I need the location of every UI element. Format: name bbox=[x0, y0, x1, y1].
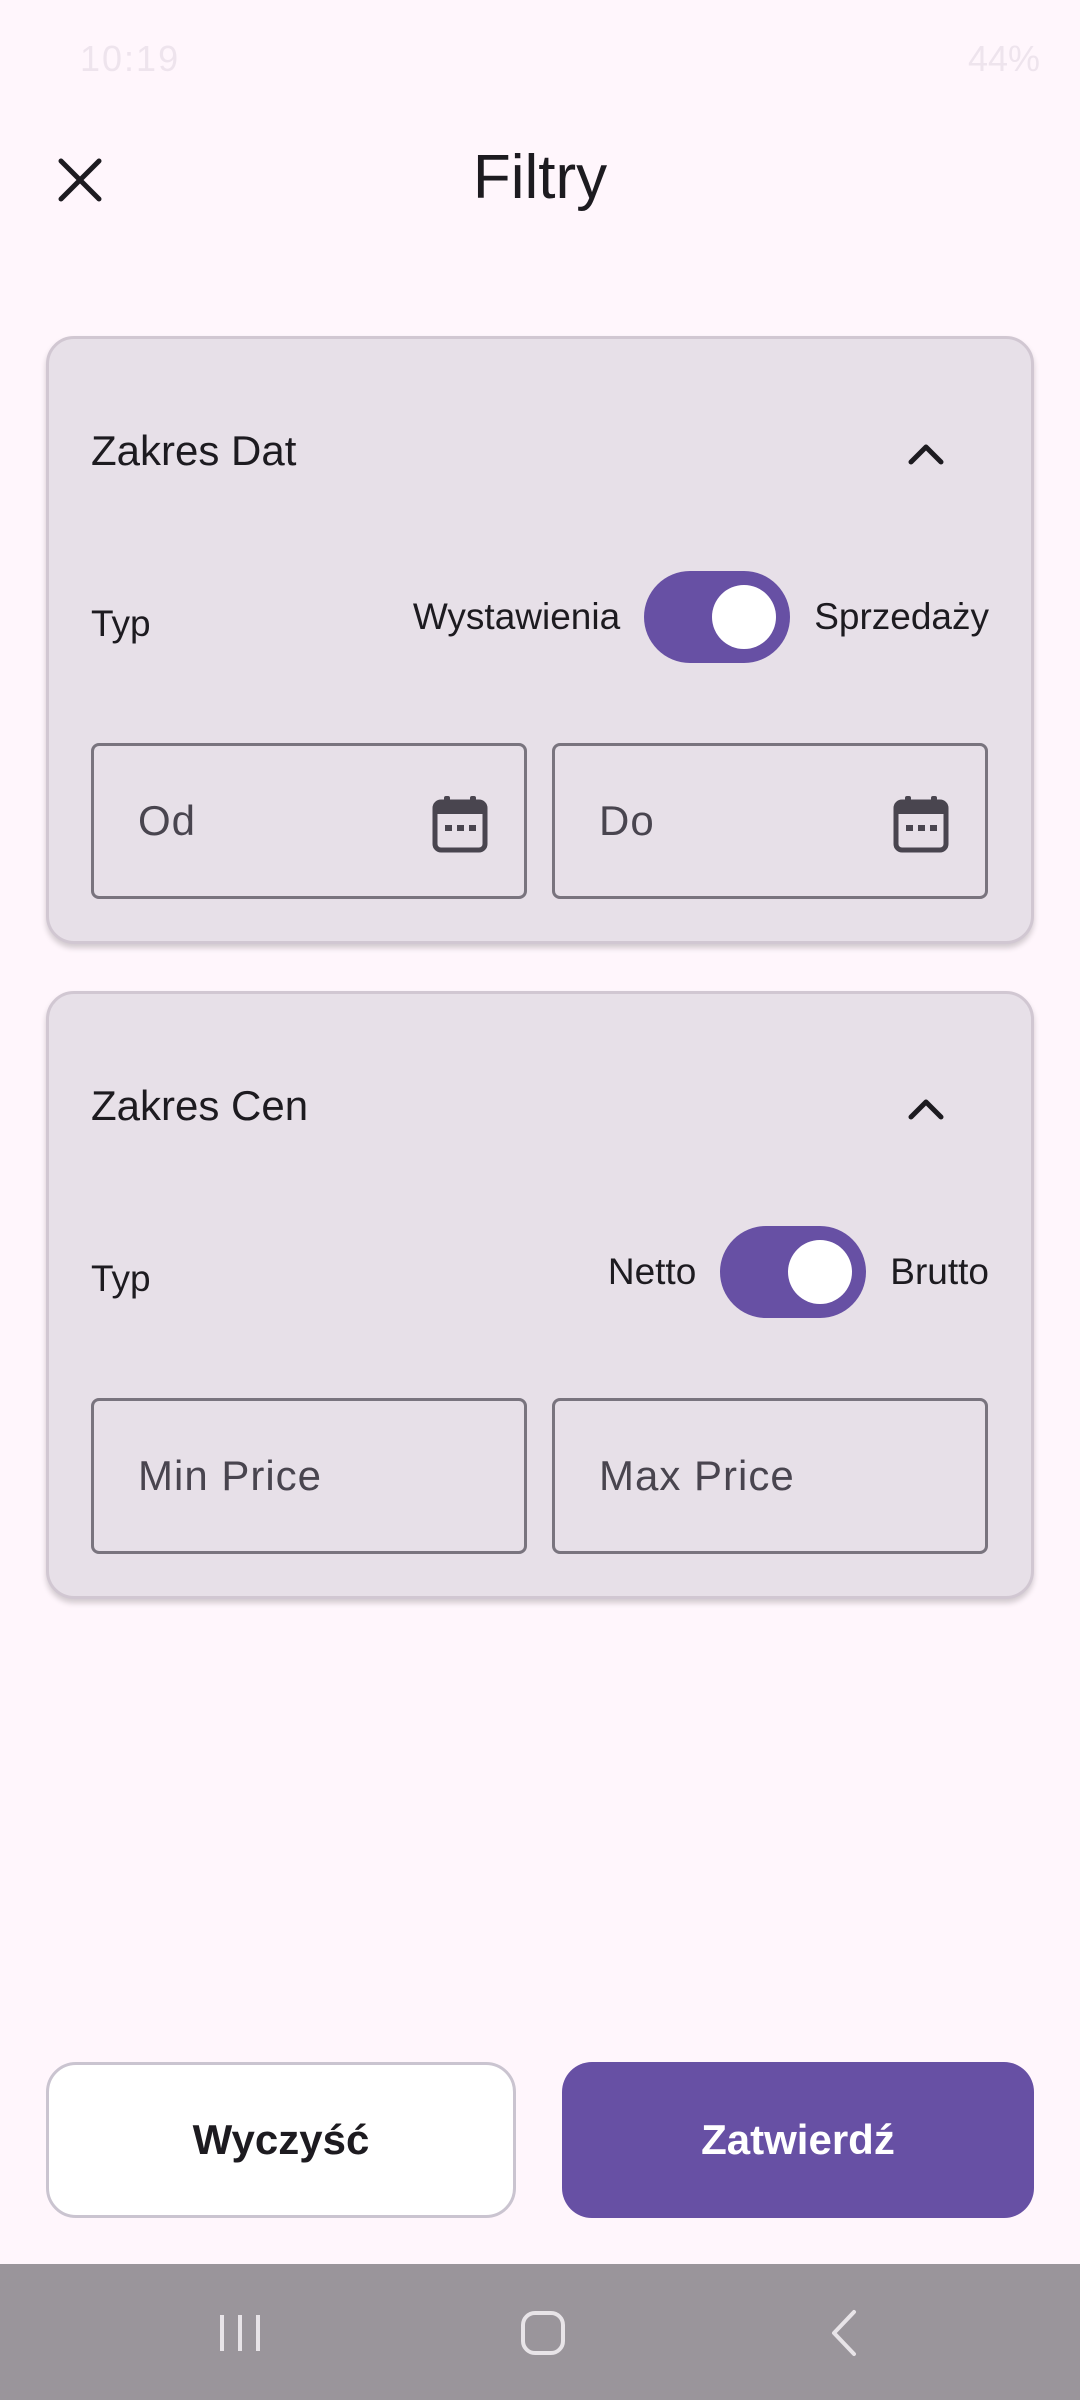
date-to-field[interactable]: Do bbox=[552, 743, 988, 899]
price-range-card: Zakres Cen Typ Netto Brutto Min Price Ma… bbox=[46, 991, 1034, 1599]
status-battery: 44% bbox=[967, 38, 1040, 79]
date-toggle-right-label: Sprzedaży bbox=[814, 596, 989, 637]
switch-thumb bbox=[712, 585, 777, 649]
price-toggle-left-label: Netto bbox=[607, 1251, 697, 1292]
max-price-placeholder: Max Price bbox=[599, 1452, 795, 1499]
calendar-icon[interactable] bbox=[893, 794, 949, 854]
status-time: 10:19 bbox=[80, 38, 181, 79]
page-title: Filtry bbox=[472, 143, 608, 212]
calendar-icon[interactable] bbox=[432, 794, 488, 854]
date-type-switch[interactable] bbox=[644, 571, 791, 663]
date-to-placeholder: Do bbox=[599, 797, 655, 844]
price-type-label: Typ bbox=[91, 1258, 151, 1299]
system-nav-bar bbox=[0, 2264, 1080, 2400]
home-icon[interactable] bbox=[508, 2298, 578, 2368]
recents-icon[interactable] bbox=[205, 2298, 275, 2368]
date-toggle-left-label: Wystawienia bbox=[412, 596, 621, 637]
min-price-field[interactable]: Min Price bbox=[91, 1398, 527, 1554]
chevron-up-icon[interactable] bbox=[901, 1084, 951, 1134]
clear-button[interactable]: Wyczyść bbox=[46, 2062, 516, 2218]
status-bar: 10:19 44% bbox=[0, 0, 1080, 120]
min-price-placeholder: Min Price bbox=[138, 1452, 323, 1499]
price-range-title: Zakres Cen bbox=[91, 1082, 309, 1129]
date-from-placeholder: Od bbox=[138, 797, 197, 844]
price-type-toggle-row: Netto Brutto bbox=[608, 1226, 989, 1318]
date-from-field[interactable]: Od bbox=[91, 743, 527, 899]
switch-thumb bbox=[788, 1240, 853, 1304]
confirm-button[interactable]: Zatwierdź bbox=[562, 2062, 1034, 2218]
chevron-up-icon[interactable] bbox=[901, 429, 951, 479]
price-type-switch[interactable] bbox=[720, 1226, 867, 1318]
date-type-label: Typ bbox=[91, 603, 151, 644]
date-range-title: Zakres Dat bbox=[91, 427, 297, 474]
date-range-card: Zakres Dat Typ Wystawienia Sprzedaży Od … bbox=[46, 336, 1034, 944]
back-icon[interactable] bbox=[810, 2298, 880, 2368]
date-type-toggle-row: Wystawienia Sprzedaży bbox=[413, 571, 989, 663]
price-toggle-right-label: Brutto bbox=[890, 1251, 989, 1292]
max-price-field[interactable]: Max Price bbox=[552, 1398, 988, 1554]
top-app-bar: Filtry bbox=[0, 120, 1080, 240]
